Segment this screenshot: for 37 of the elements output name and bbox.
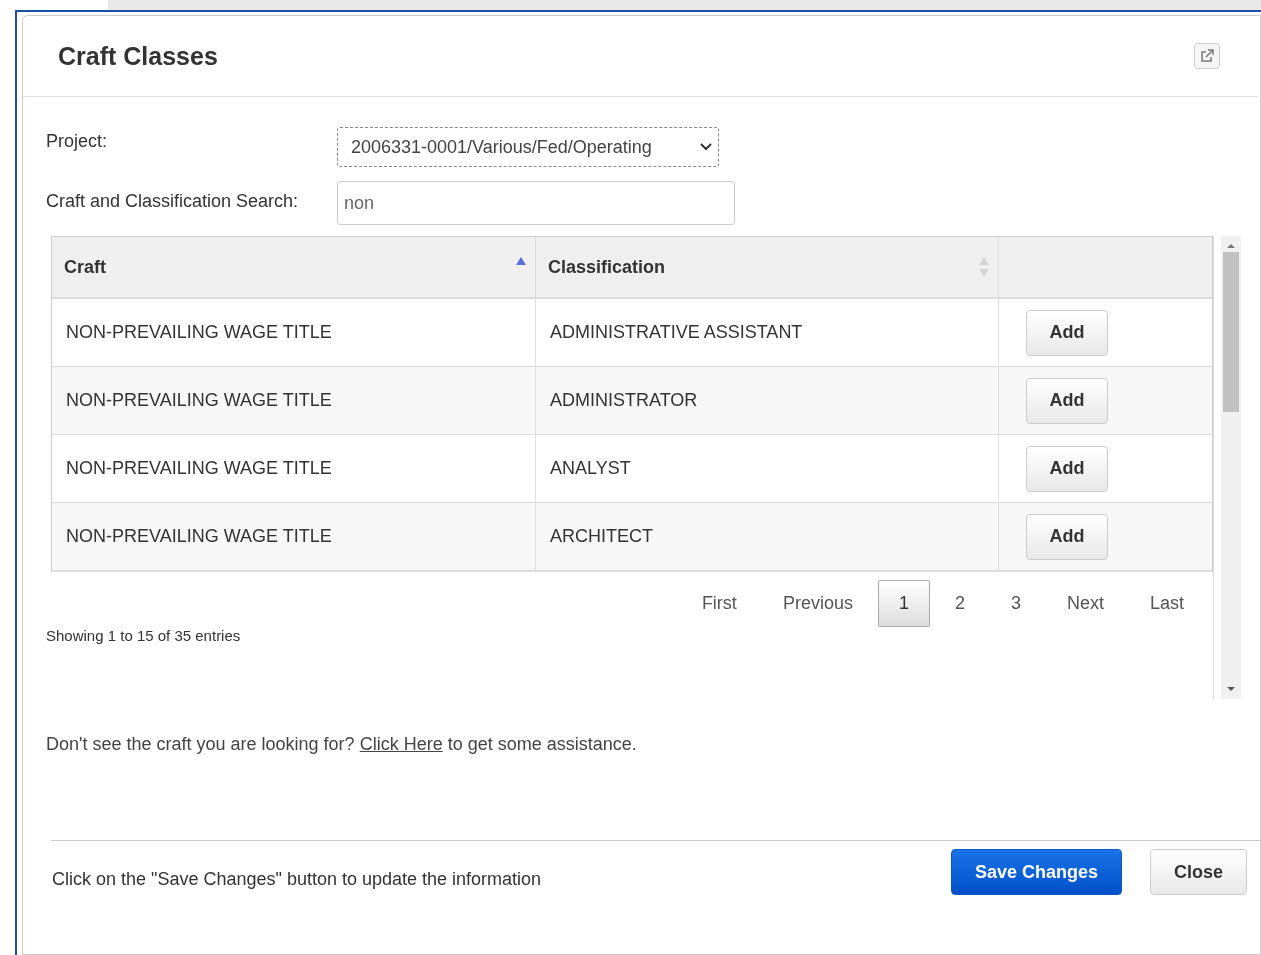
add-button[interactable]: Add xyxy=(1026,445,1108,492)
page-button[interactable]: 2 xyxy=(933,580,986,627)
search-field[interactable]: non xyxy=(337,181,735,225)
page-button[interactable]: 3 xyxy=(989,580,1042,627)
entries-info: Showing 1 to 15 of 35 entries xyxy=(46,627,242,644)
last-page-link[interactable]: Last xyxy=(1128,580,1205,627)
previous-page-link[interactable]: Previous xyxy=(761,580,874,627)
save-changes-button[interactable]: Save Changes xyxy=(950,849,1122,895)
table-cell: ADMINISTRATIVE ASSISTANT xyxy=(536,299,999,366)
first-page-link[interactable]: First xyxy=(680,580,758,627)
add-button[interactable]: Add xyxy=(1026,513,1108,560)
table-cell: NON-PREVAILING WAGE TITLE xyxy=(52,435,536,502)
help-text: Don't see the craft you are looking for? Click Here to get some assistance. xyxy=(45,733,638,755)
add-button[interactable]: Add xyxy=(1026,377,1108,424)
scrollbar[interactable] xyxy=(1221,236,1241,699)
scroll-up-icon[interactable] xyxy=(1226,242,1236,250)
popout-icon[interactable] xyxy=(1194,43,1220,69)
table-cell: NON-PREVAILING WAGE TITLE xyxy=(52,503,536,570)
click-here-link[interactable]: Click Here xyxy=(359,734,443,754)
table-cell: NON-PREVAILING WAGE TITLE xyxy=(52,299,536,366)
add-button[interactable]: Add xyxy=(1026,309,1108,356)
next-page-link[interactable]: Next xyxy=(1045,580,1125,627)
page-button[interactable]: 1 xyxy=(877,580,930,627)
table-cell: ARCHITECT xyxy=(536,503,999,570)
chevron-down-icon xyxy=(700,143,712,151)
close-button[interactable]: Close xyxy=(1149,849,1247,895)
field-label: Project: xyxy=(46,130,109,152)
table-cell: ADMINISTRATOR xyxy=(536,367,999,434)
column-header[interactable]: Classification xyxy=(536,237,999,297)
footer-note: Click on the "Save Changes" button to update the information xyxy=(51,867,542,890)
scroll-down-icon[interactable] xyxy=(1226,685,1236,693)
project-dropdown[interactable]: 2006331-0001/Various/Fed/Operating xyxy=(337,127,719,167)
field-label: Craft and Classification Search: xyxy=(46,190,300,212)
table-cell: NON-PREVAILING WAGE TITLE xyxy=(52,367,536,434)
dialog-title: Craft Classes xyxy=(58,41,218,71)
table-cell: ANALYST xyxy=(536,435,999,502)
column-header[interactable]: Craft xyxy=(52,237,536,297)
